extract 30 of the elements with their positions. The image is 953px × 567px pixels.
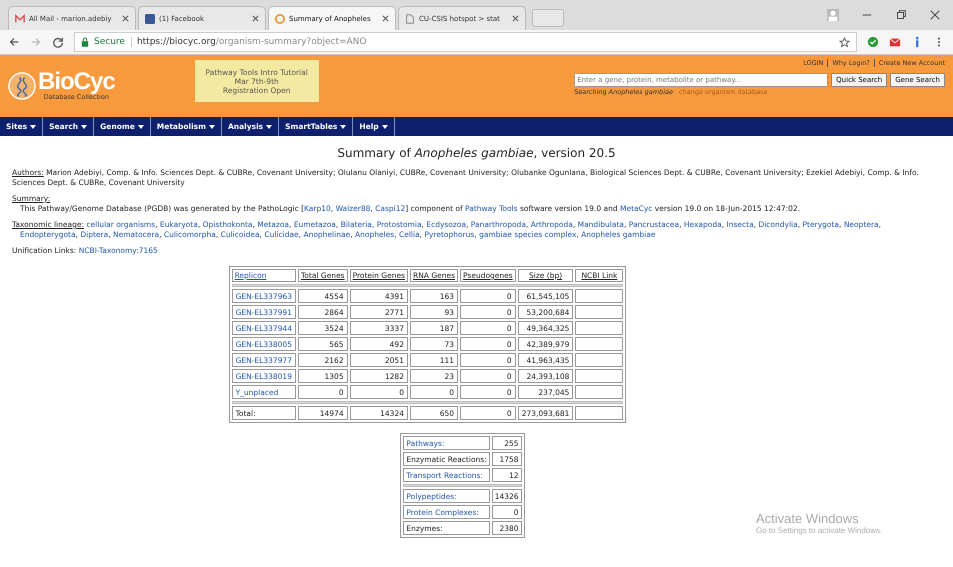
url-text: https://biocyc.org/organism-summary?object=ANO <box>136 37 368 47</box>
check-icon[interactable] <box>867 36 879 48</box>
page-icon <box>405 14 415 24</box>
close-icon[interactable] <box>512 15 519 22</box>
close-icon[interactable] <box>122 15 129 22</box>
close-icon[interactable] <box>252 15 259 22</box>
activation-title: Activate Windows <box>756 511 860 526</box>
mail-icon[interactable] <box>889 36 901 48</box>
caret-icon <box>30 124 36 128</box>
caret-icon <box>382 124 388 128</box>
page-title: Summary of Anopheles gambiae, version 20.5 <box>336 146 617 160</box>
address-bar[interactable]: Secure https://biocyc.org/organism-summary?object=ANO <box>74 32 857 52</box>
caret-icon <box>266 124 272 128</box>
lock-icon <box>81 37 89 47</box>
caret-icon <box>340 124 346 128</box>
mail-icon <box>15 14 25 24</box>
logo-icon[interactable] <box>8 72 36 100</box>
facebook-icon <box>145 14 155 24</box>
loading-icon <box>275 14 285 24</box>
close-icon[interactable] <box>382 15 389 22</box>
back-icon[interactable] <box>8 36 20 48</box>
caret-icon <box>81 124 88 128</box>
caret-icon <box>208 124 215 128</box>
reload-icon[interactable] <box>52 36 64 48</box>
caret-icon <box>138 124 144 128</box>
star-icon[interactable] <box>839 36 850 48</box>
maximize-icon[interactable] <box>895 9 907 21</box>
activation-text: Go to Settings to activate Windows. <box>756 526 882 535</box>
secure-label: Secure <box>94 37 132 47</box>
close-icon[interactable] <box>929 9 941 21</box>
